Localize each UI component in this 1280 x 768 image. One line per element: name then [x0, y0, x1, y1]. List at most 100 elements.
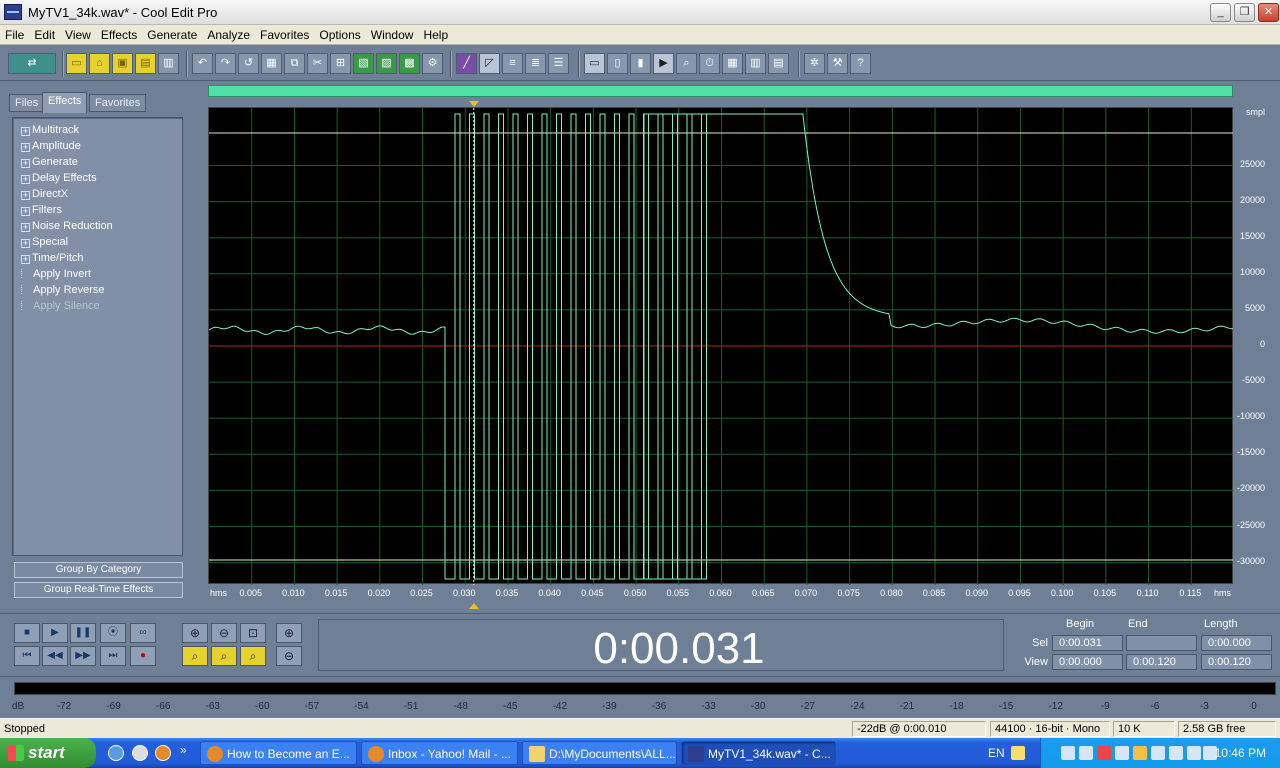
stop-icon[interactable]: ■	[14, 623, 40, 643]
menu-generate[interactable]: Generate	[142, 25, 202, 45]
security-icon[interactable]	[1097, 746, 1111, 760]
go-to-start-icon[interactable]: ⏮	[14, 646, 40, 666]
task-how-to-become[interactable]: How to Become an E...	[200, 741, 357, 765]
minimize-button[interactable]: _	[1210, 3, 1231, 22]
menu-effects[interactable]: Effects	[96, 25, 142, 45]
task-cool-edit[interactable]: MyTV1_34k.wav* - C...	[681, 741, 836, 765]
loop-icon[interactable]: ∞	[130, 623, 156, 643]
zoom-out-vertical-icon[interactable]: ⊖	[276, 646, 302, 666]
marker-icon[interactable]: ◸	[479, 53, 500, 74]
multitrack-toggle-icon[interactable]: ⇄	[8, 53, 56, 74]
group-realtime-effects-button[interactable]: Group Real-Time Effects	[14, 582, 183, 598]
cut-icon[interactable]: ✂	[307, 53, 328, 74]
help-tray-icon[interactable]	[1011, 746, 1025, 760]
mix-paste-icon[interactable]: ▧	[353, 53, 374, 74]
zoom-full-icon[interactable]: ⊡	[240, 623, 266, 643]
menu-analyze[interactable]: Analyze	[202, 25, 255, 45]
view-end-field[interactable]: 0:00.120	[1126, 654, 1197, 670]
tree-item-time-pitch[interactable]: + Time/Pitch	[21, 252, 84, 268]
overview-bar[interactable]	[208, 85, 1233, 97]
rewind-icon[interactable]: ◀◀	[42, 646, 68, 666]
new-file-icon[interactable]: ▭	[66, 53, 87, 74]
tray-app2-icon[interactable]	[1151, 746, 1165, 760]
menu-edit[interactable]: Edit	[29, 25, 60, 45]
play-view-icon[interactable]: ▶	[653, 53, 674, 74]
scripts-icon[interactable]: ✲	[804, 53, 825, 74]
mix-icon[interactable]: ▩	[399, 53, 420, 74]
start-button[interactable]: start	[0, 738, 96, 768]
zoom-in-horizontal-icon[interactable]: ⊕	[182, 623, 208, 643]
zoom-out-horizontal-icon[interactable]: ⊖	[211, 623, 237, 643]
save-as-icon[interactable]: ▤	[135, 53, 156, 74]
volume-icon[interactable]	[1133, 746, 1147, 760]
restore-button[interactable]: ❐	[1234, 3, 1255, 22]
spectral-view-icon[interactable]: ▯	[607, 53, 628, 74]
ie-icon[interactable]	[108, 745, 124, 761]
tree-item-generate[interactable]: + Generate	[21, 156, 78, 172]
settings-icon[interactable]: ⚒	[827, 53, 848, 74]
zoom-view-icon[interactable]: ⌕	[676, 53, 697, 74]
task-mydocuments[interactable]: D:\MyDocuments\ALL...	[522, 741, 677, 765]
tray-app-icon[interactable]	[1115, 746, 1129, 760]
help-icon[interactable]: ?	[850, 53, 871, 74]
zoom-in-vertical-icon[interactable]: ⊕	[276, 623, 302, 643]
tray-app3-icon[interactable]	[1187, 746, 1201, 760]
play-to-end-icon[interactable]: ⦿	[100, 623, 126, 643]
cursor-marker-bottom[interactable]	[469, 603, 479, 609]
fast-forward-icon[interactable]: ▶▶	[70, 646, 96, 666]
undo-icon[interactable]: ↶	[192, 53, 213, 74]
pan-view-icon[interactable]: ▮	[630, 53, 651, 74]
copy-new-icon[interactable]: ▦	[261, 53, 282, 74]
app-icon[interactable]	[4, 4, 22, 20]
tab-effects[interactable]: Effects	[42, 92, 88, 113]
trim-icon[interactable]: ▨	[376, 53, 397, 74]
tree-item-apply-reverse[interactable]: Apply Reverse	[21, 284, 105, 300]
close-button[interactable]: ✕	[1258, 3, 1279, 22]
play-icon[interactable]: ▶	[42, 623, 68, 643]
tab-files[interactable]: Files	[9, 94, 45, 112]
sel-begin-field[interactable]: 0:00.031	[1052, 635, 1123, 651]
frames-icon[interactable]: ▦	[722, 53, 743, 74]
waveform-view-icon[interactable]: ▭	[584, 53, 605, 74]
pause-icon[interactable]: ❚❚	[70, 623, 96, 643]
tree-item-apply-invert[interactable]: Apply Invert	[21, 268, 91, 284]
tray-back-icon[interactable]	[1061, 746, 1075, 760]
title-bar[interactable]: MyTV1_34k.wav* - Cool Edit Pro _ ❐ ✕	[0, 0, 1280, 25]
waveform-display[interactable]	[208, 107, 1234, 585]
zoom-right-icon[interactable]: ⌕	[211, 646, 237, 666]
cue-list-icon[interactable]: ☰	[548, 53, 569, 74]
sel-length-field[interactable]: 0:00.000	[1201, 635, 1272, 651]
media-player-icon[interactable]	[132, 745, 148, 761]
firefox-icon[interactable]	[155, 745, 171, 761]
tree-item-directx[interactable]: + DirectX	[21, 188, 68, 204]
display-icon[interactable]	[1169, 746, 1183, 760]
menu-favorites[interactable]: Favorites	[255, 25, 314, 45]
redo-icon[interactable]: ↷	[215, 53, 236, 74]
tree-item-noise-reduction[interactable]: + Noise Reduction	[21, 220, 113, 236]
tree-item-amplitude[interactable]: + Amplitude	[21, 140, 81, 156]
spectral-icon[interactable]: ≡	[502, 53, 523, 74]
stats-icon[interactable]: ≣	[525, 53, 546, 74]
level-meter-icon[interactable]: ▥	[745, 53, 766, 74]
task-inbox-yahoo[interactable]: Inbox - Yahoo! Mail - ...	[361, 741, 518, 765]
language-indicator[interactable]: EN	[988, 746, 1005, 760]
time-format-icon[interactable]: ⏱	[699, 53, 720, 74]
network-icon[interactable]	[1079, 746, 1093, 760]
menu-help[interactable]: Help	[418, 25, 453, 45]
menu-view[interactable]: View	[60, 25, 96, 45]
tree-item-multitrack[interactable]: + Multitrack	[21, 124, 79, 140]
close-file-icon[interactable]: ▥	[158, 53, 179, 74]
menu-window[interactable]: Window	[366, 25, 419, 45]
envelope-icon[interactable]: ╱	[456, 53, 477, 74]
open-file-icon[interactable]: ⌂	[89, 53, 110, 74]
menu-file[interactable]: File	[0, 25, 29, 45]
tree-item-special[interactable]: + Special	[21, 236, 68, 252]
tab-favorites[interactable]: Favorites	[89, 94, 147, 112]
paste-icon[interactable]: ⊞	[330, 53, 351, 74]
go-to-end-icon[interactable]: ⏭	[100, 646, 126, 666]
zoom-selection-icon[interactable]: ⌕	[240, 646, 266, 666]
record-settings-icon[interactable]: ⚙	[422, 53, 443, 74]
view-length-field[interactable]: 0:00.120	[1201, 654, 1272, 670]
tree-item-filters[interactable]: + Filters	[21, 204, 62, 220]
copy-icon[interactable]: ⧉	[284, 53, 305, 74]
